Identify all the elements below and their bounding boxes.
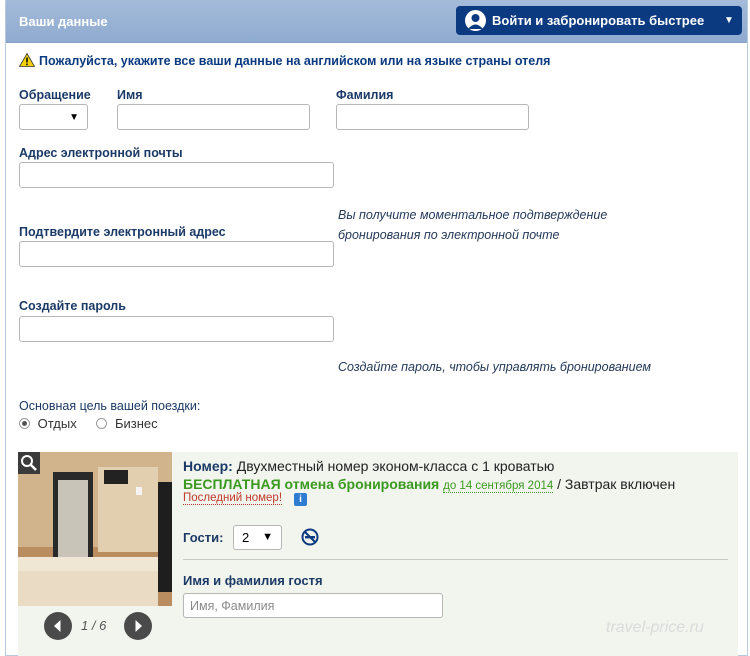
- trip-purpose-label: Основная цель вашей поездки:: [19, 399, 201, 413]
- email-label: Адрес электронной почты: [19, 146, 183, 160]
- breakfast-included: / Завтрак включен: [557, 476, 676, 492]
- salutation-label: Обращение: [19, 88, 91, 102]
- login-button-label: Войти и забронировать быстрее: [492, 13, 705, 28]
- confirm-email-input[interactable]: [19, 241, 334, 267]
- password-hint: Создайте пароль, чтобы управлять брониро…: [338, 360, 651, 374]
- warning-icon: [18, 52, 36, 70]
- panel-title: Ваши данные: [19, 14, 108, 29]
- last-room-badge: Последний номер!: [183, 492, 283, 505]
- chevron-down-icon: ▼: [262, 531, 273, 543]
- password-label: Создайте пароль: [19, 299, 126, 313]
- leisure-label: Отдых: [37, 416, 77, 431]
- caret-down-icon: ▼: [724, 15, 734, 26]
- room-photo[interactable]: [18, 452, 172, 606]
- confirm-email-label: Подтвердите электронный адрес: [19, 225, 226, 239]
- language-warning: Пожалуйста, укажите все ваши данные на а…: [18, 52, 551, 70]
- guest-name-label: Имя и фамилия гостя: [183, 573, 323, 588]
- first-name-label: Имя: [117, 88, 143, 102]
- guests-label: Гости:: [183, 530, 224, 545]
- room-name: Двухместный номер эконом-класса с 1 кров…: [236, 458, 555, 474]
- business-label: Бизнес: [114, 416, 158, 431]
- room-label: Номер:: [183, 458, 233, 474]
- free-cancellation: БЕСПЛАТНАЯ отмена бронирования: [183, 476, 440, 492]
- no-smoking-icon: [301, 528, 319, 549]
- login-book-faster-button[interactable]: Войти и забронировать быстрее ▼: [456, 6, 742, 35]
- first-name-input[interactable]: [117, 104, 310, 130]
- trip-purpose-options: Отдых Бизнес: [19, 416, 158, 431]
- salutation-select[interactable]: ▼: [19, 104, 88, 130]
- leisure-radio[interactable]: [19, 418, 30, 429]
- email-hint: Вы получите моментальное подтверждение б…: [338, 205, 607, 245]
- warning-text: Пожалуйста, укажите все ваши данные на а…: [39, 54, 551, 68]
- last-name-input[interactable]: [336, 104, 529, 130]
- business-radio[interactable]: [96, 418, 108, 429]
- zoom-icon[interactable]: [18, 452, 40, 474]
- prev-arrow-icon[interactable]: [44, 612, 72, 640]
- guests-select[interactable]: 2 ▼: [233, 525, 282, 550]
- photo-pager: 1 / 6: [44, 612, 154, 640]
- room-conditions: БЕСПЛАТНАЯ отмена бронирования до 14 сен…: [183, 476, 676, 493]
- chevron-down-icon: ▼: [69, 112, 79, 123]
- email-hint-line2: бронирования по электронной почте: [338, 228, 560, 242]
- your-details-panel: Ваши данные Войти и забронировать быстре…: [5, 0, 748, 656]
- password-input[interactable]: [19, 316, 334, 342]
- user-avatar-icon: [465, 10, 486, 31]
- info-icon[interactable]: i: [294, 493, 307, 506]
- email-hint-line1: Вы получите моментальное подтверждение: [338, 208, 608, 222]
- divider: [183, 559, 728, 560]
- email-input[interactable]: [19, 162, 334, 188]
- photo-counter: 1 / 6: [81, 618, 107, 633]
- last-name-label: Фамилия: [336, 88, 394, 102]
- cancel-until-date[interactable]: до 14 сентября 2014: [443, 480, 554, 493]
- room-title: Номер: Двухместный номер эконом-класса с…: [183, 458, 554, 474]
- guest-name-input[interactable]: [183, 593, 443, 618]
- guests-value: 2: [242, 530, 250, 545]
- next-arrow-icon[interactable]: [124, 612, 152, 640]
- watermark: travel-price.ru: [606, 619, 704, 636]
- panel-header: Ваши данные Войти и забронировать быстре…: [6, 0, 747, 43]
